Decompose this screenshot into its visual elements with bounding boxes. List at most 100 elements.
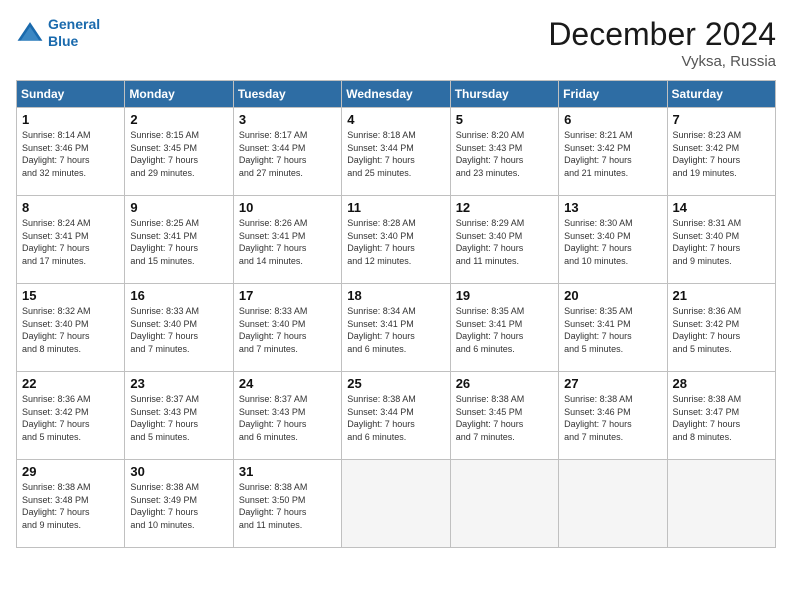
day-number: 7: [673, 112, 770, 127]
day-cell: 20 Sunrise: 8:35 AM Sunset: 3:41 PM Dayli…: [559, 284, 667, 372]
day-number: 1: [22, 112, 119, 127]
logo-line1: General: [48, 16, 100, 32]
day-info: Sunrise: 8:33 AM Sunset: 3:40 PM Dayligh…: [130, 305, 227, 355]
month-title: December 2024: [548, 16, 776, 53]
day-cell: 18Sunrise: 8:34 AM Sunset: 3:41 PM Dayli…: [342, 284, 450, 372]
header-friday: Friday: [559, 81, 667, 108]
week-row-1: 8Sunrise: 8:24 AM Sunset: 3:41 PM Daylig…: [17, 196, 776, 284]
week-row-2: 15 Sunrise: 8:32 AM Sunset: 3:40 PM Dayli…: [17, 284, 776, 372]
day-number: 13: [564, 200, 661, 215]
day-cell: 30Sunrise: 8:38 AM Sunset: 3:49 PM Dayli…: [125, 460, 233, 548]
day-cell: 14Sunrise: 8:31 AM Sunset: 3:40 PM Dayli…: [667, 196, 775, 284]
calendar-header-row: SundayMondayTuesdayWednesdayThursdayFrid…: [17, 81, 776, 108]
day-info: Sunrise: 8:38 AM Sunset: 3:47 PM Dayligh…: [673, 393, 770, 443]
day-cell: 22 Sunrise: 8:36 AM Sunset: 3:42 PM Dayli…: [17, 372, 125, 460]
logo-icon: [16, 19, 44, 47]
day-cell: 1 Sunrise: 8:14 AM Sunset: 3:46 PM Daylig…: [17, 108, 125, 196]
header-wednesday: Wednesday: [342, 81, 450, 108]
day-info: Sunrise: 8:14 AM Sunset: 3:46 PM Dayligh…: [22, 129, 119, 179]
day-info: Sunrise: 8:32 AM Sunset: 3:40 PM Dayligh…: [22, 305, 119, 355]
day-number: 23: [130, 376, 227, 391]
day-cell: 21 Sunrise: 8:36 AM Sunset: 3:42 PM Dayli…: [667, 284, 775, 372]
day-info: Sunrise: 8:26 AM Sunset: 3:41 PM Dayligh…: [239, 217, 336, 267]
location: Vyksa, Russia: [548, 53, 776, 70]
day-info: Sunrise: 8:28 AM Sunset: 3:40 PM Dayligh…: [347, 217, 444, 267]
header-sunday: Sunday: [17, 81, 125, 108]
week-row-3: 22 Sunrise: 8:36 AM Sunset: 3:42 PM Dayli…: [17, 372, 776, 460]
day-cell: [450, 460, 558, 548]
day-number: 4: [347, 112, 444, 127]
day-info: Sunrise: 8:30 AM Sunset: 3:40 PM Dayligh…: [564, 217, 661, 267]
day-number: 6: [564, 112, 661, 127]
day-info: Sunrise: 8:36 AM Sunset: 3:42 PM Dayligh…: [673, 305, 770, 355]
week-row-0: 1 Sunrise: 8:14 AM Sunset: 3:46 PM Daylig…: [17, 108, 776, 196]
day-cell: 8Sunrise: 8:24 AM Sunset: 3:41 PM Daylig…: [17, 196, 125, 284]
day-cell: 4 Sunrise: 8:18 AM Sunset: 3:44 PM Daylig…: [342, 108, 450, 196]
title-block: December 2024 Vyksa, Russia: [548, 16, 776, 70]
calendar-table: SundayMondayTuesdayWednesdayThursdayFrid…: [16, 80, 776, 548]
day-cell: 12Sunrise: 8:29 AM Sunset: 3:40 PM Dayli…: [450, 196, 558, 284]
day-cell: 16 Sunrise: 8:33 AM Sunset: 3:40 PM Dayli…: [125, 284, 233, 372]
day-info: Sunrise: 8:15 AM Sunset: 3:45 PM Dayligh…: [130, 129, 227, 179]
day-number: 27: [564, 376, 661, 391]
day-number: 25: [347, 376, 444, 391]
day-info: Sunrise: 8:31 AM Sunset: 3:40 PM Dayligh…: [673, 217, 770, 267]
day-number: 29: [22, 464, 119, 479]
day-number: 11: [347, 200, 444, 215]
week-row-4: 29 Sunrise: 8:38 AM Sunset: 3:48 PM Dayli…: [17, 460, 776, 548]
logo-line2: Blue: [48, 33, 78, 49]
day-info: Sunrise: 8:24 AM Sunset: 3:41 PM Dayligh…: [22, 217, 119, 267]
day-cell: [342, 460, 450, 548]
day-info: Sunrise: 8:23 AM Sunset: 3:42 PM Dayligh…: [673, 129, 770, 179]
day-cell: 7 Sunrise: 8:23 AM Sunset: 3:42 PM Daylig…: [667, 108, 775, 196]
day-cell: 5 Sunrise: 8:20 AM Sunset: 3:43 PM Daylig…: [450, 108, 558, 196]
day-info: Sunrise: 8:18 AM Sunset: 3:44 PM Dayligh…: [347, 129, 444, 179]
day-info: Sunrise: 8:38 AM Sunset: 3:48 PM Dayligh…: [22, 481, 119, 531]
day-number: 21: [673, 288, 770, 303]
day-info: Sunrise: 8:37 AM Sunset: 3:43 PM Dayligh…: [130, 393, 227, 443]
day-number: 5: [456, 112, 553, 127]
day-number: 20: [564, 288, 661, 303]
day-info: Sunrise: 8:20 AM Sunset: 3:43 PM Dayligh…: [456, 129, 553, 179]
logo: General Blue: [16, 16, 100, 50]
day-info: Sunrise: 8:38 AM Sunset: 3:46 PM Dayligh…: [564, 393, 661, 443]
day-cell: 31Sunrise: 8:38 AM Sunset: 3:50 PM Dayli…: [233, 460, 341, 548]
day-cell: 23 Sunrise: 8:37 AM Sunset: 3:43 PM Dayli…: [125, 372, 233, 460]
day-cell: 17 Sunrise: 8:33 AM Sunset: 3:40 PM Dayli…: [233, 284, 341, 372]
day-cell: 11 Sunrise: 8:28 AM Sunset: 3:40 PM Dayli…: [342, 196, 450, 284]
day-cell: [667, 460, 775, 548]
day-info: Sunrise: 8:25 AM Sunset: 3:41 PM Dayligh…: [130, 217, 227, 267]
day-number: 17: [239, 288, 336, 303]
day-cell: 3Sunrise: 8:17 AM Sunset: 3:44 PM Daylig…: [233, 108, 341, 196]
day-number: 10: [239, 200, 336, 215]
day-info: Sunrise: 8:37 AM Sunset: 3:43 PM Dayligh…: [239, 393, 336, 443]
day-info: Sunrise: 8:17 AM Sunset: 3:44 PM Dayligh…: [239, 129, 336, 179]
day-number: 2: [130, 112, 227, 127]
day-cell: 9Sunrise: 8:25 AM Sunset: 3:41 PM Daylig…: [125, 196, 233, 284]
day-number: 19: [456, 288, 553, 303]
day-cell: 27 Sunrise: 8:38 AM Sunset: 3:46 PM Dayli…: [559, 372, 667, 460]
day-cell: 25 Sunrise: 8:38 AM Sunset: 3:44 PM Dayli…: [342, 372, 450, 460]
day-info: Sunrise: 8:35 AM Sunset: 3:41 PM Dayligh…: [564, 305, 661, 355]
day-info: Sunrise: 8:38 AM Sunset: 3:44 PM Dayligh…: [347, 393, 444, 443]
day-cell: 26Sunrise: 8:38 AM Sunset: 3:45 PM Dayli…: [450, 372, 558, 460]
day-cell: 29 Sunrise: 8:38 AM Sunset: 3:48 PM Dayli…: [17, 460, 125, 548]
day-info: Sunrise: 8:36 AM Sunset: 3:42 PM Dayligh…: [22, 393, 119, 443]
day-info: Sunrise: 8:38 AM Sunset: 3:50 PM Dayligh…: [239, 481, 336, 531]
page-header: General Blue December 2024 Vyksa, Russia: [16, 16, 776, 70]
header-tuesday: Tuesday: [233, 81, 341, 108]
day-cell: 6Sunrise: 8:21 AM Sunset: 3:42 PM Daylig…: [559, 108, 667, 196]
day-number: 28: [673, 376, 770, 391]
day-number: 16: [130, 288, 227, 303]
header-saturday: Saturday: [667, 81, 775, 108]
day-cell: 19Sunrise: 8:35 AM Sunset: 3:41 PM Dayli…: [450, 284, 558, 372]
day-info: Sunrise: 8:33 AM Sunset: 3:40 PM Dayligh…: [239, 305, 336, 355]
day-number: 15: [22, 288, 119, 303]
day-info: Sunrise: 8:29 AM Sunset: 3:40 PM Dayligh…: [456, 217, 553, 267]
day-number: 22: [22, 376, 119, 391]
day-number: 26: [456, 376, 553, 391]
day-cell: 2 Sunrise: 8:15 AM Sunset: 3:45 PM Daylig…: [125, 108, 233, 196]
day-cell: 28 Sunrise: 8:38 AM Sunset: 3:47 PM Dayli…: [667, 372, 775, 460]
day-cell: 10 Sunrise: 8:26 AM Sunset: 3:41 PM Dayli…: [233, 196, 341, 284]
day-number: 18: [347, 288, 444, 303]
